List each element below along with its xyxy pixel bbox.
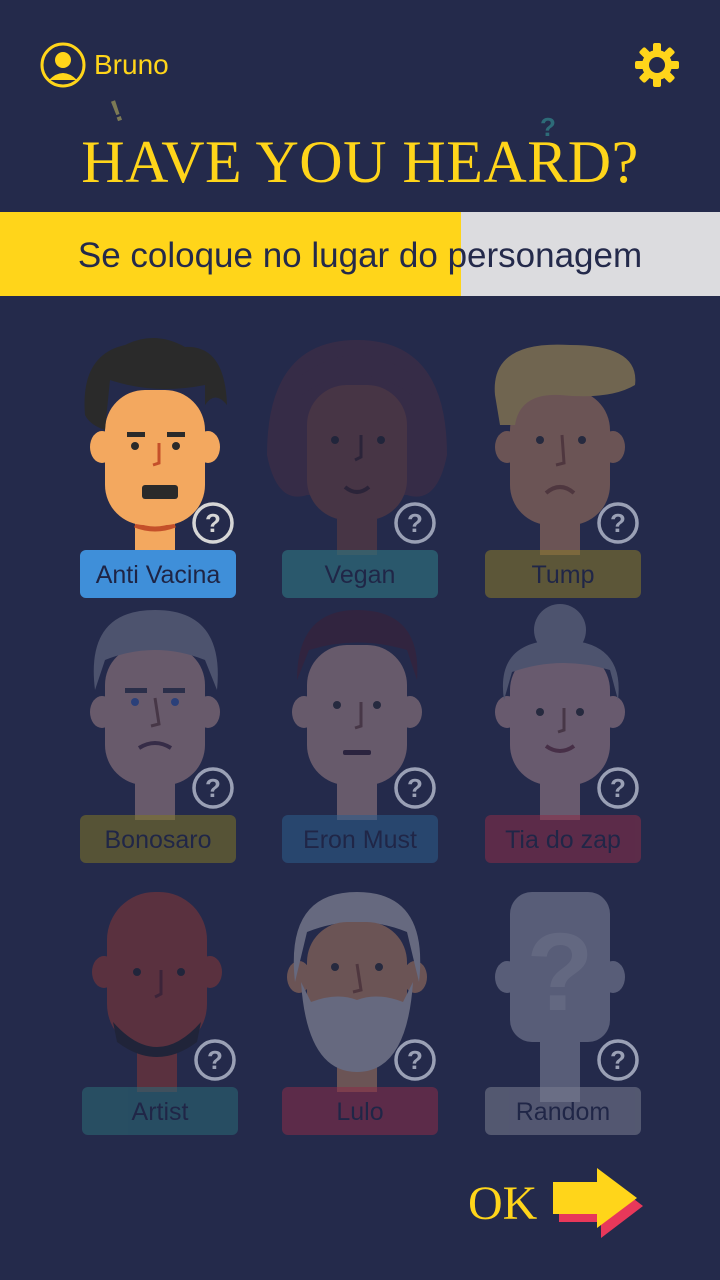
- settings-button[interactable]: [634, 42, 680, 93]
- character-label: Anti Vacina: [80, 550, 236, 598]
- question-icon[interactable]: ?: [191, 766, 235, 810]
- svg-text:?: ?: [526, 911, 593, 1034]
- character-card-tia-do-zap[interactable]: ? Tia do zap: [460, 600, 660, 863]
- character-card-artist[interactable]: ? Artist: [57, 872, 257, 1135]
- question-icon[interactable]: ?: [393, 766, 437, 810]
- ok-button[interactable]: OK: [468, 1168, 651, 1238]
- svg-text:?: ?: [610, 773, 626, 803]
- character-label: Artist: [82, 1087, 238, 1135]
- question-icon[interactable]: ?: [193, 1038, 237, 1082]
- svg-text:?: ?: [407, 773, 423, 803]
- character-card-tump[interactable]: ? Tump: [460, 335, 660, 598]
- character-label: Vegan: [282, 550, 438, 598]
- character-label: Tia do zap: [485, 815, 641, 863]
- character-card-random[interactable]: ? ? Random: [460, 872, 660, 1135]
- character-label: Random: [485, 1087, 641, 1135]
- svg-text:?: ?: [407, 1045, 423, 1075]
- question-icon[interactable]: ?: [596, 766, 640, 810]
- user-profile[interactable]: Bruno: [40, 42, 169, 88]
- page-title: HAVE YOU HEARD?: [81, 129, 639, 195]
- question-icon[interactable]: ?: [393, 1038, 437, 1082]
- question-icon[interactable]: ?: [393, 501, 437, 545]
- character-label: Lulo: [282, 1087, 438, 1135]
- svg-text:?: ?: [207, 1045, 223, 1075]
- progress-bar: Se coloque no lugar do personagem: [0, 212, 720, 296]
- character-card-vegan[interactable]: ? Vegan: [257, 335, 457, 598]
- svg-text:?: ?: [407, 508, 423, 538]
- arrow-right-icon: [553, 1168, 644, 1238]
- svg-text:?: ?: [205, 773, 221, 803]
- character-card-eron-must[interactable]: ? Eron Must: [257, 600, 457, 863]
- question-icon[interactable]: ?: [191, 501, 235, 545]
- user-avatar-icon: [40, 42, 86, 88]
- character-card-anti-vacina[interactable]: ? Anti Vacina: [55, 335, 255, 598]
- user-name: Bruno: [94, 49, 169, 80]
- subtitle: Se coloque no lugar do personagem: [77, 236, 643, 275]
- question-icon[interactable]: ?: [596, 501, 640, 545]
- svg-text:?: ?: [610, 1045, 626, 1075]
- gear-icon: [635, 43, 679, 87]
- ok-label: OK: [468, 1176, 538, 1230]
- question-icon[interactable]: ?: [596, 1038, 640, 1082]
- decor-exclamation: !: [106, 94, 128, 129]
- character-card-lulo[interactable]: ? Lulo: [257, 872, 457, 1135]
- character-label: Bonosaro: [80, 815, 236, 863]
- svg-text:?: ?: [610, 508, 626, 538]
- character-card-bonosaro[interactable]: ? Bonosaro: [55, 600, 255, 863]
- character-label: Eron Must: [282, 815, 438, 863]
- character-label: Tump: [485, 550, 641, 598]
- svg-text:?: ?: [205, 508, 221, 538]
